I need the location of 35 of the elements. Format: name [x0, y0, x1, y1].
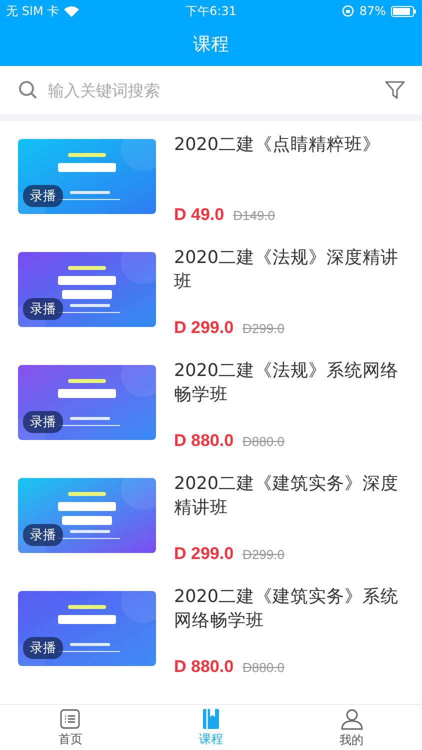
search-field[interactable]: 输入关键词搜索 [46, 80, 376, 101]
price: D 299.0 [174, 544, 234, 564]
page-title: 课程 [193, 33, 229, 56]
recorded-badge: 录播 [23, 185, 63, 208]
tab-bar-item[interactable]: 我的 [281, 705, 422, 750]
recorded-badge: 录播 [23, 411, 63, 434]
book-icon [200, 708, 222, 730]
course-title[interactable]: 2020二建《点睛精粹班》 [174, 133, 404, 158]
search-icon [18, 80, 38, 100]
person-icon [340, 706, 364, 731]
original-price: D299.0 [242, 321, 284, 336]
original-price: D880.0 [242, 434, 284, 450]
price: D 880.0 [174, 431, 234, 452]
original-price: D149.0 [233, 208, 276, 224]
rotation-lock-icon [342, 5, 354, 17]
original-price: D880.0 [242, 660, 284, 676]
wifi-icon [64, 6, 80, 16]
list-icon [59, 708, 82, 730]
course-title[interactable]: 2020二建《建筑实务》系统网络畅学班 [174, 585, 404, 634]
carrier-text: 无 SIM 卡 [6, 2, 60, 20]
recorded-badge: 录播 [23, 298, 63, 320]
recorded-badge: 录播 [23, 524, 63, 546]
price: D 49.0 [174, 205, 224, 226]
battery-icon [390, 6, 416, 16]
filter-icon[interactable] [384, 79, 406, 102]
battery-text: 87% [359, 4, 386, 18]
course-title[interactable]: 2020二建《法规》系统网络畅学班 [174, 359, 404, 408]
tab-bar-item[interactable]: 首页 [0, 705, 141, 750]
original-price: D299.0 [242, 547, 284, 562]
course-title[interactable]: 2020二建《法规》深度精讲班 [174, 246, 404, 294]
price: D 299.0 [174, 318, 234, 338]
recorded-badge: 录播 [23, 637, 63, 660]
price: D 880.0 [174, 657, 234, 678]
clock-text: 下午6:31 [186, 2, 236, 20]
course-title[interactable]: 2020二建《建筑实务》深度精讲班 [174, 472, 404, 520]
